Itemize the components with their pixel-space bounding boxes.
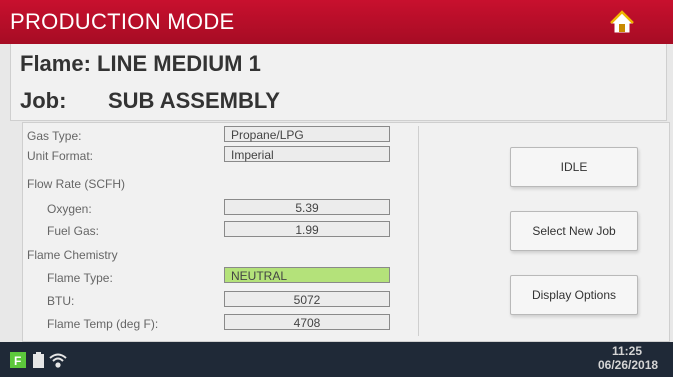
oxygen-label: Oxygen: [47, 202, 92, 216]
unit-format-label: Unit Format: [27, 149, 94, 163]
brand-badge-letter: F [14, 354, 21, 368]
panel-divider [418, 126, 419, 336]
home-button[interactable] [608, 8, 636, 36]
status-bar [0, 342, 673, 377]
home-icon [610, 10, 634, 33]
gas-type-field: Propane/LPG [224, 126, 390, 142]
select-new-job-button[interactable]: Select New Job [510, 211, 638, 251]
idle-button[interactable]: IDLE [510, 147, 638, 187]
battery-icon [33, 352, 44, 368]
clock-time: 11:25 [612, 344, 643, 358]
wifi-icon [49, 353, 67, 368]
flame-type-label: Flame Type: [47, 271, 113, 285]
flame-temp-field: 4708 [224, 314, 390, 330]
header-bar: PRODUCTION MODE [0, 0, 673, 44]
display-options-button[interactable]: Display Options [510, 275, 638, 315]
oxygen-field: 5.39 [224, 199, 390, 215]
fuel-gas-label: Fuel Gas: [47, 224, 100, 238]
page-title: PRODUCTION MODE [10, 9, 235, 34]
btu-field: 5072 [224, 291, 390, 307]
fuel-gas-field: 1.99 [224, 221, 390, 237]
unit-format-field: Imperial [224, 146, 390, 162]
job-value: SUB ASSEMBLY [108, 88, 280, 113]
clock-date: 06/26/2018 [598, 358, 659, 372]
flow-rate-header: Flow Rate (SCFH) [27, 177, 126, 191]
job-label: Job: [20, 88, 67, 113]
btu-label: BTU: [47, 294, 75, 308]
flame-temp-label: Flame Temp (deg F): [47, 317, 159, 331]
flame-name: Flame: LINE MEDIUM 1 [20, 51, 261, 76]
flame-chemistry-header: Flame Chemistry [27, 248, 118, 262]
flame-type-field: NEUTRAL [224, 267, 390, 283]
gas-type-label: Gas Type: [27, 129, 82, 143]
status-icons: F [10, 350, 90, 370]
